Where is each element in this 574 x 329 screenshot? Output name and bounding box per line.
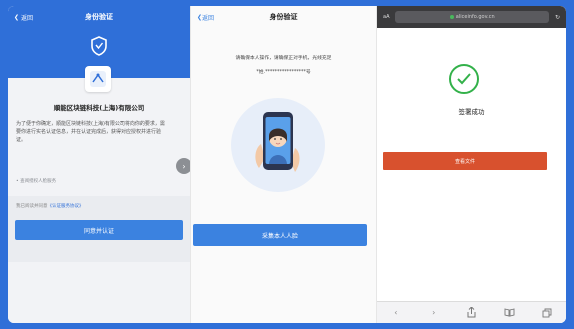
bookmarks-icon[interactable] bbox=[499, 303, 519, 323]
success-check-icon bbox=[449, 64, 479, 94]
browser-address-bar: aA aliceinfo.gov.cn ↻ bbox=[377, 6, 566, 28]
back-arrow-icon[interactable]: ‹ bbox=[386, 303, 406, 323]
url-text: aliceinfo.gov.cn bbox=[455, 14, 495, 20]
success-message: 签署成功 bbox=[458, 108, 485, 116]
nav-bar: ❮ 返回 身份验证 bbox=[8, 6, 190, 28]
browser-toolbar: ‹ › bbox=[377, 301, 566, 323]
phone-face-illustration bbox=[255, 112, 300, 172]
agree-authenticate-button[interactable]: 同意并认证 bbox=[15, 220, 183, 240]
reader-mode-button[interactable]: aA bbox=[383, 14, 389, 20]
url-field[interactable]: aliceinfo.gov.cn bbox=[395, 11, 549, 23]
company-name: 順能区块链科技(上海)有限公司 bbox=[53, 104, 145, 112]
sign-success-screen: aA aliceinfo.gov.cn ↻ 签署成功 查看文件 ‹ › bbox=[376, 6, 566, 323]
page-title: 身份验证 bbox=[85, 13, 113, 21]
capture-face-button[interactable]: 采集本人人脸 bbox=[193, 224, 367, 246]
agreement-text: 我已阅读并同意《认证服务协议》 bbox=[16, 203, 84, 209]
authorization-screen: ❮ 返回 身份验证 順能区块链科技(上海)有限公司 为了便于你确定，順能区块链科… bbox=[8, 6, 190, 323]
shield-icon bbox=[91, 36, 107, 56]
agreement-link[interactable]: 《认证服务协议》 bbox=[48, 204, 84, 209]
share-icon[interactable] bbox=[461, 303, 481, 323]
nav-bar: ❮ 返回 身份验证 bbox=[191, 6, 376, 28]
lock-icon bbox=[449, 15, 454, 19]
logo-icon bbox=[90, 71, 106, 87]
company-logo bbox=[85, 66, 111, 92]
app-screens-frame: ❮ 返回 身份验证 順能区块链科技(上海)有限公司 为了便于你确定，順能区块链科… bbox=[8, 6, 566, 323]
capture-hint: 请确保本人操作，请确保正对手机，光线充足 bbox=[235, 56, 332, 61]
masked-identity: *姓.*****************号 bbox=[256, 70, 311, 75]
forward-arrow-icon[interactable]: › bbox=[424, 303, 444, 323]
info-icon[interactable]: › bbox=[176, 158, 190, 174]
help-link[interactable]: • 查阅授权人脸服务 bbox=[16, 178, 56, 184]
view-document-button[interactable]: 查看文件 bbox=[383, 152, 547, 170]
tabs-icon[interactable] bbox=[537, 303, 557, 323]
authorization-description: 为了便于你确定，順能区块链科技(上海)有限公司将向你的要求，需要你进行实名认证信… bbox=[16, 121, 165, 143]
page-title: 身份验证 bbox=[269, 13, 298, 21]
checkmark-icon bbox=[457, 73, 471, 85]
face-capture-screen: ❮ 返回 身份验证 请确保本人操作，请确保正对手机，光线充足 *姓.******… bbox=[190, 6, 376, 323]
agreement-label: 我已阅读并同意 bbox=[16, 204, 48, 209]
reload-icon[interactable]: ↻ bbox=[555, 14, 560, 21]
